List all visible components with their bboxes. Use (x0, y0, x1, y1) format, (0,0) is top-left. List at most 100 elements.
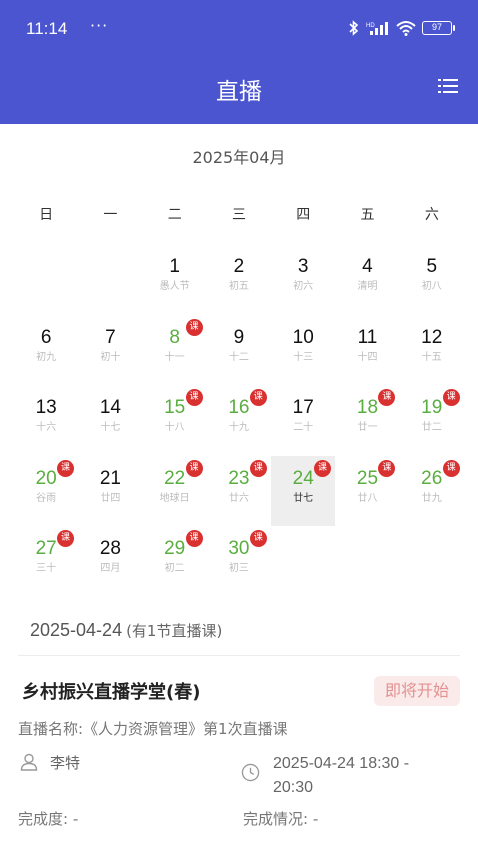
signal-hd-label: HD (366, 23, 375, 29)
day-number: 12 (421, 326, 443, 348)
signal-icon: HD (366, 22, 388, 35)
lunar-label: 十四 (357, 351, 378, 363)
day-number: 7 (105, 326, 116, 348)
lunar-label: 廿六 (228, 492, 249, 504)
lunar-label: 十六 (36, 422, 57, 433)
day-number: 29 (164, 538, 186, 559)
lunar-label: 十八 (164, 422, 185, 433)
calendar-grid: 1 愚人节 2 初五 3 初六 4 清明 5 初八 6 初九 7 初十 8 十一课 9 十二 10 十三 11 十四 12 十… (14, 244, 464, 597)
calendar-day[interactable]: 3 初六 (271, 244, 335, 315)
calendar-day[interactable]: 26 廿九 课 (400, 456, 464, 527)
calendar-day[interactable]: 11 十四 (335, 315, 399, 386)
day-number: 26 (421, 467, 443, 489)
calendar-day[interactable]: 17 二十 (271, 385, 335, 456)
calendar-day[interactable]: 16 十九 课 (207, 385, 271, 456)
lunar-label: 廿二 (421, 422, 442, 433)
calendar-day[interactable]: 6 初九 (14, 315, 78, 386)
calendar-blank (78, 244, 142, 315)
course-title[interactable]: 乡村振兴直播学堂(春) (22, 678, 200, 704)
lunar-label: 廿八 (357, 492, 378, 504)
calendar-day[interactable]: 29 初二 课 (143, 526, 207, 597)
class-badge: 课 (378, 389, 396, 406)
user-icon (20, 753, 38, 771)
calendar-day[interactable]: 28 四月 (78, 526, 142, 597)
day-number: 18 (356, 397, 379, 418)
calendar-day[interactable]: 30 初三 课 (207, 526, 271, 597)
class-count: (有1节直播课) (126, 622, 223, 640)
progress-text: 完成度: - (18, 810, 79, 828)
day-number: 14 (99, 397, 121, 418)
calendar-day[interactable]: 15 十八 课 (143, 385, 207, 456)
calendar-day[interactable]: 25 廿八 课 (335, 456, 399, 527)
lunar-label: 十二 (228, 351, 249, 363)
day-number: 22 (164, 467, 186, 489)
weekday-label: 二 (167, 207, 182, 223)
day-number: 5 (426, 256, 438, 277)
month-label: 2025年04月 (192, 148, 286, 167)
lunar-label: 初二 (164, 563, 185, 574)
day-number: 25 (356, 467, 379, 489)
day-number: 4 (362, 256, 373, 277)
day-number: 6 (40, 326, 52, 348)
lunar-label: 地球日 (159, 492, 190, 504)
calendar-day[interactable]: 21 廿四 (78, 456, 142, 527)
battery-icon: 97 (422, 21, 455, 35)
class-badge: 课 (185, 459, 203, 477)
calendar-day[interactable]: 1 愚人节 (143, 244, 207, 315)
calendar-day[interactable]: 8 十一 课 (143, 315, 207, 386)
calendar-blank (14, 244, 78, 315)
calendar-day[interactable]: 23 廿六 课 (207, 456, 271, 527)
calendar-day[interactable]: 5 初八 (400, 244, 464, 315)
lunar-label: 谷雨 (36, 492, 57, 504)
nav-header: 直播 (0, 60, 478, 124)
page-title: 直播 (216, 79, 262, 105)
lunar-label: 三十 (36, 563, 57, 574)
time-range: 2025-04-24 18:30 - 20:30 (273, 755, 410, 796)
lunar-label: 四月 (100, 563, 121, 574)
calendar-day[interactable]: 9 十二 (207, 315, 271, 386)
day-number: 3 (297, 256, 309, 277)
day-number: 30 (228, 538, 250, 559)
teacher-name: 李特 (50, 754, 81, 772)
lunar-label: 廿四 (100, 492, 121, 504)
day-number: 23 (228, 467, 250, 489)
list-menu-icon[interactable] (438, 76, 458, 96)
lunar-label: 初三 (228, 563, 249, 574)
status-more-dots: ··· (90, 16, 109, 35)
day-number: 19 (421, 397, 443, 418)
calendar-day[interactable]: 4 清明 (335, 244, 399, 315)
weekday-label: 五 (360, 207, 375, 223)
status-time: 11:14 (26, 19, 68, 38)
lunar-label: 廿一 (357, 422, 378, 433)
calendar-day[interactable]: 20 谷雨 课 (14, 456, 78, 527)
completion-text: 完成情况: - (243, 810, 319, 828)
calendar-day[interactable]: 2 初五 (207, 244, 271, 315)
day-number: 28 (99, 538, 121, 559)
lunar-label: 廿七 (293, 492, 314, 504)
weekday-label: 日 (39, 207, 54, 223)
calendar-day[interactable]: 12 十五 (400, 315, 464, 386)
calendar-day[interactable]: 22 地球日 课 (143, 456, 207, 527)
day-number: 15 (164, 397, 186, 418)
lunar-label: 初六 (293, 281, 314, 292)
calendar-day[interactable]: 7 初十 (78, 315, 142, 386)
class-badge: 课 (249, 459, 267, 477)
calendar-day[interactable]: 10 十三 (271, 315, 335, 386)
calendar-day[interactable]: 19 廿二 课 (400, 385, 464, 456)
calendar-day[interactable]: 14 十七 (78, 385, 142, 456)
lunar-label: 清明 (357, 281, 378, 292)
day-number: 2 (233, 256, 245, 277)
calendar-day[interactable]: 13 十六 (14, 385, 78, 456)
day-number: 10 (292, 326, 314, 348)
calendar-day[interactable]: 27 三十 课 (14, 526, 78, 597)
day-number: 11 (357, 326, 378, 348)
lunar-label: 十三 (293, 351, 314, 363)
lunar-label: 廿九 (421, 492, 442, 504)
lunar-label: 二十 (293, 422, 314, 433)
calendar-day[interactable]: 18 廿一 课 (335, 385, 399, 456)
class-badge: 课 (249, 530, 267, 547)
class-badge: 课 (57, 530, 74, 547)
selected-date: 2025-04-24 (30, 620, 123, 640)
calendar-day-selected[interactable]: 24 廿七 课 (271, 455, 336, 526)
class-badge: 课 (249, 389, 267, 406)
